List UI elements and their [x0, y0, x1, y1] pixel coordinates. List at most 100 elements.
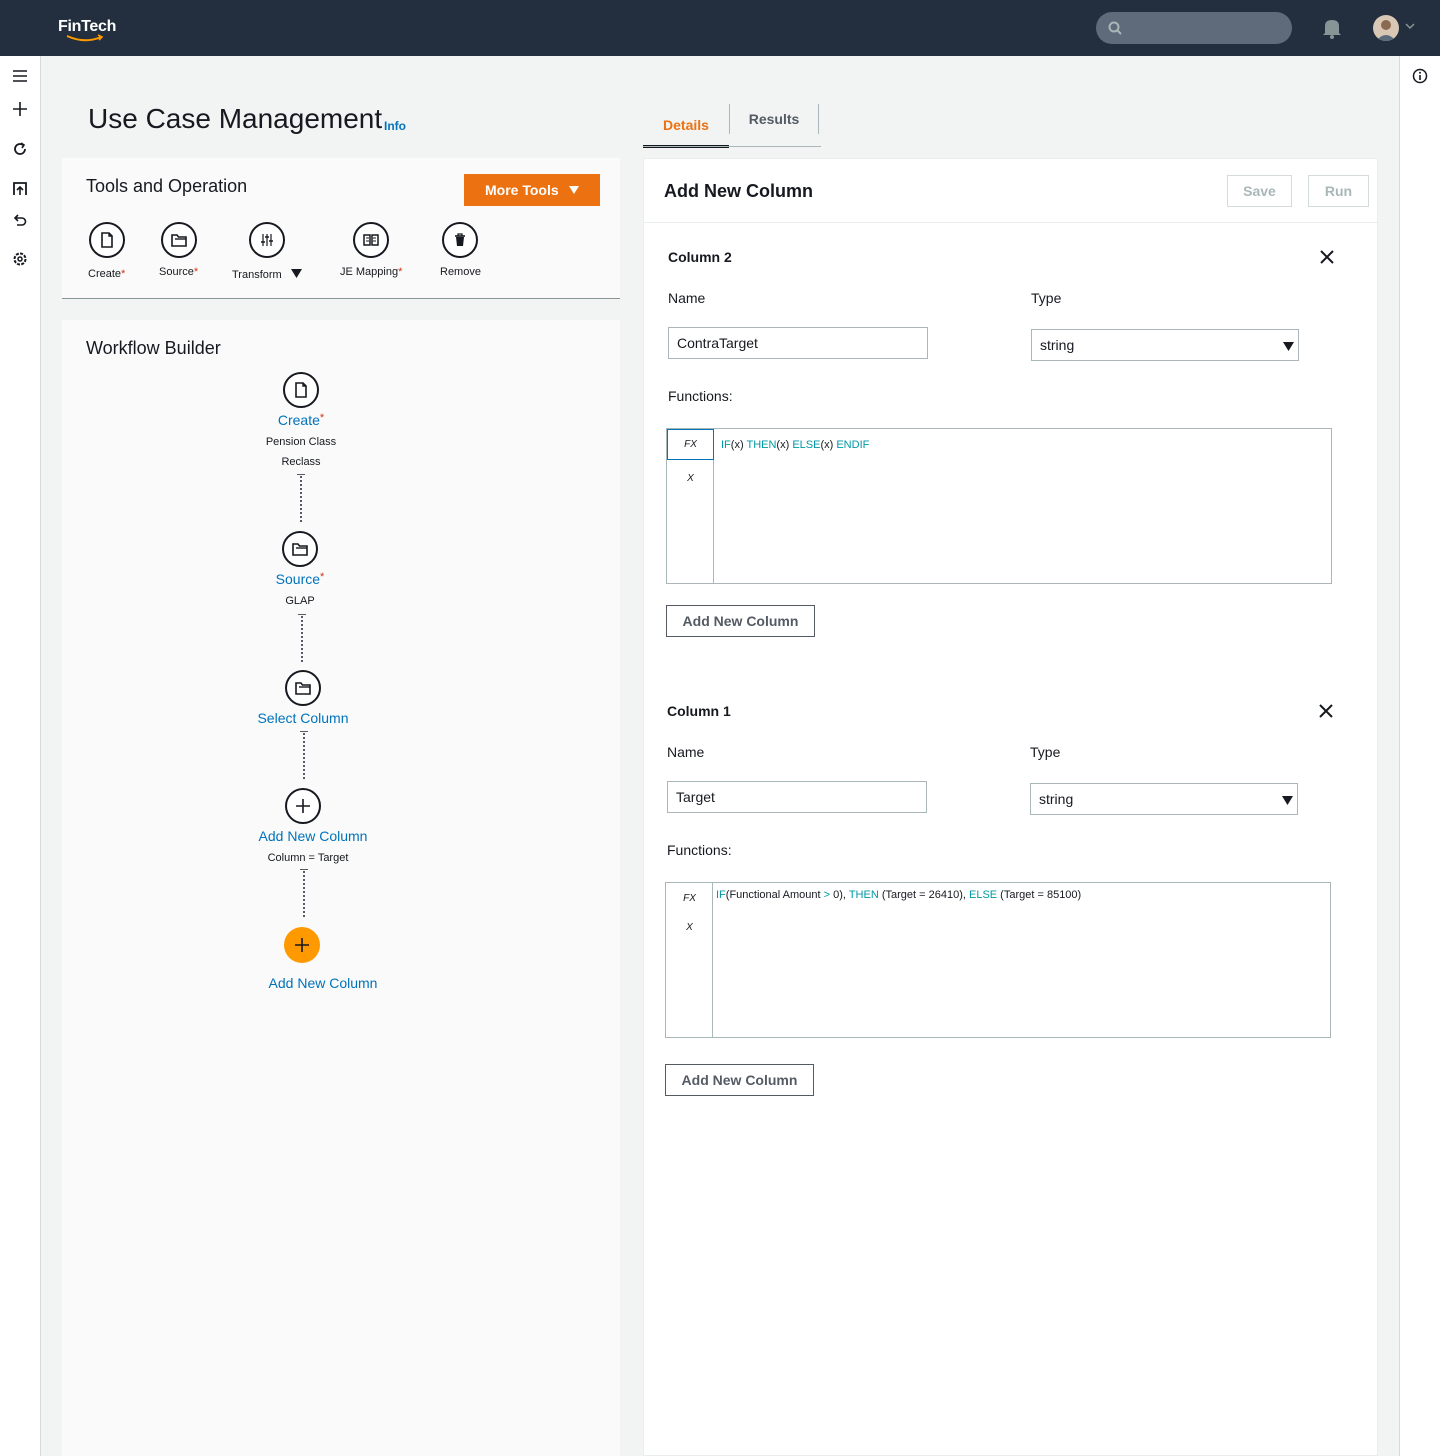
chevron-down-icon[interactable]	[1405, 22, 1415, 30]
tool-create-circle	[88, 222, 125, 258]
workflow-node-select-column[interactable]: Select Column	[253, 670, 353, 726]
x-button[interactable]: X	[666, 922, 713, 933]
plus-icon	[295, 938, 309, 952]
refresh-icon[interactable]	[10, 139, 30, 159]
function-code[interactable]: IF(Functional Amount > 0), THEN (Target …	[716, 889, 1081, 901]
connector-tick	[297, 474, 305, 475]
tools-panel: Tools and Operation More Tools Create* S…	[62, 158, 620, 299]
type-select-value: string	[1040, 337, 1075, 353]
fx-button[interactable]: FX	[667, 429, 714, 460]
tool-remove-circle	[442, 222, 479, 258]
connector-tick	[300, 731, 308, 732]
functions-label: Functions:	[667, 842, 732, 858]
upload-icon[interactable]	[10, 179, 30, 199]
avatar[interactable]	[1373, 15, 1399, 41]
caret-down-icon	[290, 269, 302, 278]
details-header: Add New Column Save Run	[644, 159, 1379, 223]
add-new-column-button[interactable]: Add New Column	[666, 605, 815, 637]
trash-icon	[455, 233, 466, 246]
save-button[interactable]: Save	[1227, 175, 1292, 207]
folder-icon	[292, 543, 308, 556]
tool-je-mapping[interactable]: JE Mapping*	[340, 222, 402, 278]
right-toolbar	[1399, 56, 1440, 1456]
caret-down-icon	[1283, 342, 1294, 351]
column-title: Column 1	[667, 703, 731, 719]
plus-icon[interactable]	[10, 99, 30, 119]
close-icon[interactable]	[1319, 249, 1335, 265]
type-label: Type	[1030, 744, 1061, 760]
workflow-node-title[interactable]: Create	[278, 412, 320, 428]
tool-remove[interactable]: Remove	[440, 222, 481, 278]
workflow-connector	[301, 616, 303, 662]
folder-icon	[170, 234, 187, 247]
connector-tick	[298, 614, 306, 615]
tool-create[interactable]: Create*	[88, 222, 125, 280]
function-editor[interactable]: FX X IF(Functional Amount > 0), THEN (Ta…	[665, 882, 1331, 1038]
fx-button[interactable]: FX	[666, 883, 713, 914]
workflow-node-circle	[282, 531, 318, 567]
required-mark: *	[319, 412, 325, 424]
required-mark: *	[121, 268, 126, 280]
type-select-value: string	[1039, 791, 1074, 807]
add-new-column-button[interactable]: Add New Column	[665, 1064, 814, 1096]
caret-down-icon	[1282, 796, 1293, 805]
bell-icon[interactable]	[1322, 17, 1342, 39]
workflow-node-add-column[interactable]: Add New Column Column = Target	[253, 788, 373, 864]
left-toolbar	[0, 56, 41, 1456]
close-icon[interactable]	[1318, 703, 1334, 719]
workflow-node-title[interactable]: Add New Column	[268, 975, 378, 991]
info-link[interactable]: Info	[384, 119, 406, 133]
tools-heading: Tools and Operation	[86, 176, 248, 196]
workflow-node-circle	[283, 372, 319, 408]
function-editor[interactable]: FX X IF(x) THEN(x) ELSE(x) ENDIF	[666, 428, 1332, 584]
workflow-node-subtitle: Column = Target	[267, 852, 349, 864]
plus-icon	[296, 799, 310, 813]
workflow-connector	[303, 733, 305, 779]
folder-icon	[295, 682, 311, 695]
name-label: Name	[667, 744, 705, 760]
x-button[interactable]: X	[667, 473, 714, 484]
workflow-node-add-column-new[interactable]: Add New Column	[258, 927, 378, 991]
workflow-add-node-button[interactable]	[284, 927, 320, 963]
more-tools-button[interactable]: More Tools	[464, 174, 600, 206]
type-select[interactable]: string	[1030, 783, 1298, 815]
required-mark: *	[398, 266, 403, 278]
tool-je-mapping-circle	[353, 222, 390, 258]
workflow-node-create[interactable]: Create* Pension Class Reclass	[251, 372, 351, 468]
workflow-node-title[interactable]: Add New Column	[253, 828, 373, 844]
connector-tick	[300, 869, 308, 870]
undo-icon[interactable]	[10, 210, 30, 230]
functions-label: Functions:	[668, 388, 733, 404]
tab-results[interactable]: Results	[729, 104, 819, 134]
tool-label: Source	[159, 266, 194, 278]
type-label: Type	[1031, 290, 1062, 306]
tab-details[interactable]: Details	[643, 104, 729, 148]
details-panel: Add New Column Save Run Column 2 Name Ty…	[643, 158, 1379, 1456]
name-input[interactable]: Target	[667, 781, 927, 813]
tool-label: Remove	[440, 266, 481, 278]
sliders-icon	[260, 234, 273, 246]
function-code[interactable]: IF(x) THEN(x) ELSE(x) ENDIF	[721, 439, 869, 451]
tool-label: Create	[88, 268, 122, 280]
tool-label: JE Mapping	[340, 266, 399, 278]
details-title: Add New Column	[664, 181, 813, 201]
tool-transform[interactable]: Transform	[232, 222, 302, 281]
type-select[interactable]: string	[1031, 329, 1299, 361]
workflow-node-source[interactable]: Source* GLAP	[250, 531, 350, 607]
workflow-node-circle	[285, 670, 321, 706]
menu-icon[interactable]	[10, 66, 30, 86]
tool-label: Transform	[232, 269, 282, 281]
tool-source[interactable]: Source*	[159, 222, 198, 278]
workflow-node-subtitle: Pension Class	[265, 436, 337, 448]
name-input[interactable]: ContraTarget	[668, 327, 928, 359]
search-input[interactable]	[1096, 12, 1292, 44]
workflow-node-title[interactable]: Select Column	[253, 710, 353, 726]
logo-smile-icon	[66, 34, 104, 42]
file-icon	[100, 232, 113, 248]
run-button[interactable]: Run	[1308, 175, 1369, 207]
workflow-node-title[interactable]: Source	[276, 571, 320, 587]
tool-source-circle	[160, 222, 197, 258]
workflow-panel: Workflow Builder Create* Pension Class R…	[62, 320, 620, 1456]
info-circle-icon[interactable]	[1412, 68, 1428, 84]
gear-icon[interactable]	[10, 249, 30, 269]
